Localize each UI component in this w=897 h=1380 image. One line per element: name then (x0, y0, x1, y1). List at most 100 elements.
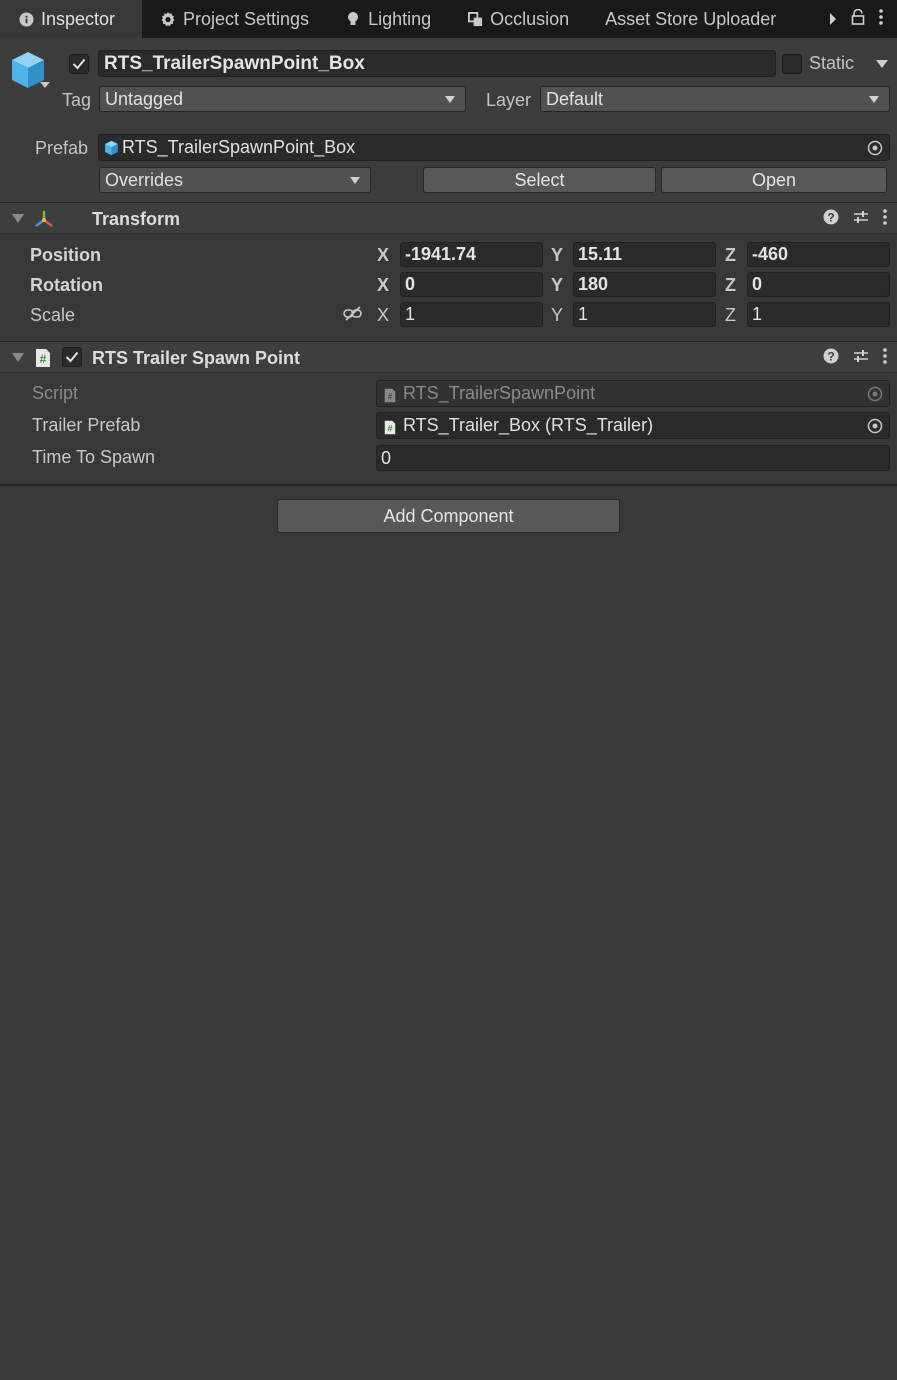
tab-project-settings[interactable]: Project Settings (142, 0, 327, 38)
presets-icon[interactable] (853, 209, 869, 230)
foldout-arrow-icon[interactable] (12, 353, 24, 362)
transform-header[interactable]: Transform ? (0, 202, 897, 234)
kebab-menu-icon[interactable] (879, 8, 883, 30)
prefab-name: RTS_TrailerSpawnPoint_Box (122, 137, 356, 157)
spawn-point-header[interactable]: # RTS Trailer Spawn Point ? (0, 341, 897, 373)
tab-label: Inspector (41, 8, 116, 29)
svg-text:#: # (40, 352, 47, 366)
trailer-prefab-field[interactable]: # RTS_Trailer_Box (RTS_Trailer) (376, 412, 890, 439)
scale-x-value: 1 (405, 304, 416, 324)
active-checkbox[interactable] (69, 54, 89, 74)
script-hash-icon: # (383, 419, 397, 435)
trailer-prefab-label: Trailer Prefab (32, 415, 141, 435)
time-to-spawn-value: 0 (381, 447, 392, 468)
tab-occlusion[interactable]: Occlusion (449, 0, 587, 38)
time-to-spawn-input[interactable]: 0 (376, 445, 890, 471)
object-name-text: RTS_TrailerSpawnPoint_Box (104, 52, 365, 74)
help-icon[interactable]: ? (823, 209, 839, 230)
occlusion-icon (467, 11, 483, 27)
add-component-button[interactable]: Add Component (277, 499, 620, 533)
open-label: Open (751, 169, 797, 190)
layer-value: Default (546, 88, 604, 109)
tab-lighting[interactable]: Lighting (327, 0, 449, 38)
prefab-label: Prefab (35, 138, 89, 158)
scale-z-input[interactable]: 1 (747, 302, 890, 327)
rotation-x-value: 0 (405, 274, 416, 294)
tag-dropdown[interactable]: Untagged (99, 86, 466, 112)
object-picker-icon[interactable] (867, 140, 883, 156)
static-dropdown-caret-icon[interactable] (876, 60, 888, 68)
rotation-y-input[interactable]: 180 (573, 272, 716, 297)
lock-icon[interactable] (851, 8, 865, 30)
spawn-point-title: RTS Trailer Spawn Point (92, 348, 301, 368)
position-y-input[interactable]: 15.11 (573, 242, 716, 267)
tab-scroll-right-icon[interactable] (829, 9, 837, 30)
kebab-menu-icon[interactable] (883, 208, 887, 230)
script-name: RTS_TrailerSpawnPoint (403, 383, 596, 403)
position-label: Position (30, 245, 101, 265)
components-divider (0, 484, 897, 486)
svg-text:?: ? (827, 349, 834, 363)
scale-y-value: 1 (578, 304, 589, 324)
info-icon (18, 11, 34, 27)
transform-tools: ? (823, 203, 887, 235)
gameobject-header: RTS_TrailerSpawnPoint_Box Static Tag Unt… (0, 38, 897, 202)
select-prefab-button[interactable]: Select (423, 167, 656, 193)
svg-text:#: # (387, 423, 392, 433)
axis-y-label[interactable]: Y (551, 245, 563, 266)
rotation-z-value: 0 (752, 274, 763, 294)
rotation-z-input[interactable]: 0 (747, 272, 890, 297)
scale-label: Scale (30, 305, 76, 325)
rotation-x-input[interactable]: 0 (400, 272, 543, 297)
object-name-input[interactable]: RTS_TrailerSpawnPoint_Box (98, 50, 776, 77)
axis-z-label[interactable]: Z (725, 245, 736, 266)
layer-label: Layer (486, 90, 532, 110)
scale-z-value: 1 (752, 304, 763, 324)
object-picker-icon (867, 386, 883, 402)
axis-z-label[interactable]: Z (725, 275, 736, 296)
scale-x-input[interactable]: 1 (400, 302, 543, 327)
position-y-value: 15.11 (578, 244, 623, 264)
overrides-dropdown[interactable]: Overrides (99, 167, 371, 193)
kebab-menu-icon[interactable] (883, 347, 887, 369)
tab-bar-controls (817, 0, 897, 38)
presets-icon[interactable] (853, 348, 869, 369)
position-x-input[interactable]: -1941.74 (400, 242, 543, 267)
prefab-field[interactable]: RTS_TrailerSpawnPoint_Box (98, 134, 890, 161)
tag-label: Tag (62, 90, 92, 110)
axis-x-label[interactable]: X (377, 275, 389, 296)
component-enabled-checkbox[interactable] (62, 347, 82, 367)
transform-title: Transform (92, 209, 181, 229)
chevron-down-icon (445, 96, 455, 103)
script-field: # RTS_TrailerSpawnPoint (376, 380, 890, 407)
prefab-cube-icon (104, 140, 118, 156)
axis-y-label[interactable]: Y (551, 275, 563, 296)
axis-z-label[interactable]: Z (725, 305, 736, 326)
scale-y-input[interactable]: 1 (573, 302, 716, 327)
axis-x-label[interactable]: X (377, 245, 389, 266)
object-picker-icon[interactable] (867, 418, 883, 434)
overrides-label: Overrides (105, 169, 184, 190)
tab-bar: Inspector Project Settings Lighting Occl… (0, 0, 897, 38)
axis-y-label[interactable]: Y (551, 305, 563, 326)
script-hash-icon: # (34, 348, 52, 373)
select-label: Select (514, 169, 565, 190)
help-icon[interactable]: ? (823, 348, 839, 369)
foldout-arrow-icon[interactable] (12, 214, 24, 223)
position-z-input[interactable]: -460 (747, 242, 890, 267)
static-label: Static (809, 53, 855, 73)
tab-asset-store-uploader[interactable]: Asset Store Uploader (587, 0, 776, 38)
gear-icon (160, 11, 176, 27)
script-label: Script (32, 383, 79, 403)
inspector-window: Inspector Project Settings Lighting Occl… (0, 0, 897, 1380)
trailer-prefab-value: RTS_Trailer_Box (RTS_Trailer) (403, 415, 654, 435)
layer-dropdown[interactable]: Default (540, 86, 890, 112)
icon-selector-caret-icon[interactable] (40, 82, 50, 88)
tab-inspector[interactable]: Inspector (0, 0, 142, 38)
axis-x-label[interactable]: X (377, 305, 389, 326)
svg-text:?: ? (827, 210, 834, 224)
static-checkbox[interactable] (782, 54, 802, 74)
constrain-proportions-icon[interactable] (343, 306, 363, 327)
time-to-spawn-label: Time To Spawn (32, 447, 156, 467)
open-prefab-button[interactable]: Open (661, 167, 887, 193)
